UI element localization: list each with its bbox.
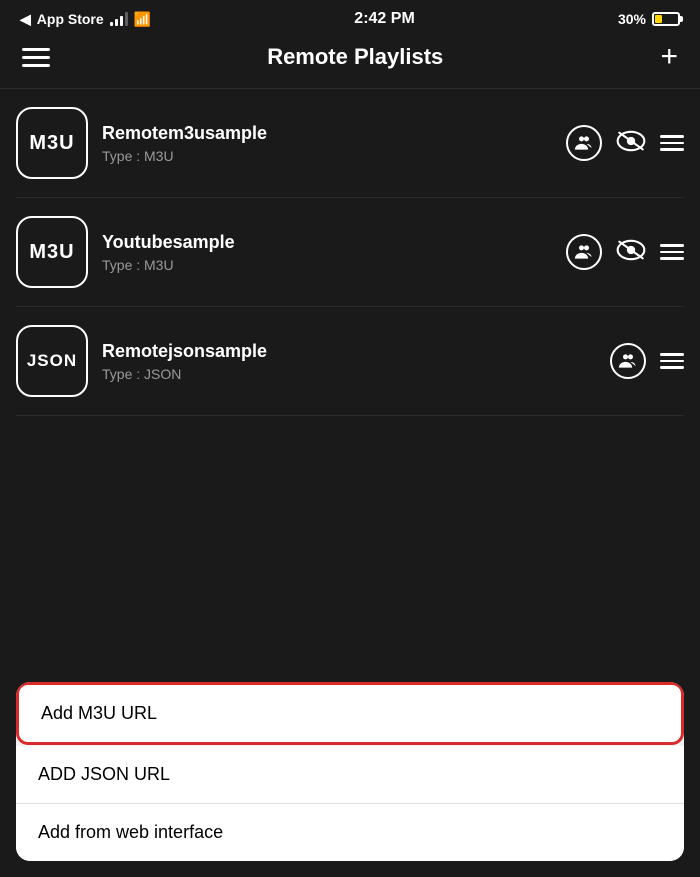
context-menu-icon-2[interactable]: [660, 244, 684, 260]
eye-svg-1: [616, 129, 646, 153]
group-svg-2: [574, 242, 594, 262]
playlist-name-2: Youtubesample: [102, 232, 552, 253]
menu-line-3a: [660, 353, 684, 356]
playlist-list: M3U Remotem3usample Type : M3U: [0, 89, 700, 416]
battery-percent-label: 30%: [618, 11, 646, 27]
eye-icon-1[interactable]: [616, 129, 646, 158]
playlist-info-2: Youtubesample Type : M3U: [102, 232, 552, 273]
group-svg-1: [574, 133, 594, 153]
playlist-actions-1: [566, 125, 684, 161]
signal-bar-2: [115, 19, 118, 26]
context-menu-icon-3[interactable]: [660, 353, 684, 369]
menu-line-2c: [660, 257, 684, 260]
eye-icon-2[interactable]: [616, 238, 646, 267]
context-menu-icon-1[interactable]: [660, 135, 684, 151]
status-time: 2:42 PM: [354, 10, 414, 28]
playlist-type-1: Type : M3U: [102, 148, 552, 164]
eye-svg-2: [616, 238, 646, 262]
back-arrow-icon: ◀: [20, 11, 31, 28]
list-item: JSON Remotejsonsample Type : JSON: [16, 307, 684, 416]
hamburger-line-1: [22, 48, 50, 51]
playlist-name-3: Remotejsonsample: [102, 341, 596, 362]
group-icon-1[interactable]: [566, 125, 602, 161]
battery-icon: [652, 12, 680, 26]
dropdown-overlay: Add M3U URL ADD JSON URL Add from web in…: [0, 666, 700, 877]
menu-line-3c: [660, 366, 684, 369]
menu-line-3b: [660, 360, 684, 363]
playlist-info-1: Remotem3usample Type : M3U: [102, 123, 552, 164]
type-badge-m3u-2: M3U: [16, 216, 88, 288]
dropdown-menu: Add M3U URL ADD JSON URL Add from web in…: [16, 682, 684, 861]
playlist-name-1: Remotem3usample: [102, 123, 552, 144]
group-icon-3[interactable]: [610, 343, 646, 379]
add-m3u-url-label: Add M3U URL: [41, 703, 157, 723]
add-m3u-url-button[interactable]: Add M3U URL: [16, 682, 684, 745]
status-left: ◀ App Store 📶: [20, 11, 151, 28]
group-svg-3: [618, 351, 638, 371]
hamburger-menu-button[interactable]: [22, 48, 50, 67]
page-title: Remote Playlists: [267, 44, 443, 70]
signal-bars-icon: [110, 12, 128, 26]
add-json-url-label: ADD JSON URL: [38, 764, 170, 784]
signal-bar-3: [120, 16, 123, 26]
signal-bar-1: [110, 22, 113, 26]
nav-bar: Remote Playlists +: [0, 34, 700, 89]
status-bar: ◀ App Store 📶 2:42 PM 30%: [0, 0, 700, 34]
playlist-actions-3: [610, 343, 684, 379]
battery-body: [652, 12, 680, 26]
menu-line-2a: [660, 244, 684, 247]
list-item: M3U Youtubesample Type : M3U: [16, 198, 684, 307]
playlist-type-3: Type : JSON: [102, 366, 596, 382]
battery-fill: [655, 15, 662, 23]
status-right: 30%: [618, 11, 680, 27]
playlist-type-2: Type : M3U: [102, 257, 552, 273]
group-icon-2[interactable]: [566, 234, 602, 270]
list-item: M3U Remotem3usample Type : M3U: [16, 89, 684, 198]
hamburger-line-3: [22, 64, 50, 67]
menu-line-1c: [660, 148, 684, 151]
wifi-icon: 📶: [134, 11, 151, 28]
add-web-interface-label: Add from web interface: [38, 822, 223, 842]
add-json-url-button[interactable]: ADD JSON URL: [16, 746, 684, 804]
menu-line-1a: [660, 135, 684, 138]
add-web-interface-button[interactable]: Add from web interface: [16, 804, 684, 861]
add-button[interactable]: +: [660, 42, 678, 72]
type-badge-json: JSON: [16, 325, 88, 397]
menu-line-2b: [660, 251, 684, 254]
menu-line-1b: [660, 142, 684, 145]
hamburger-line-2: [22, 56, 50, 59]
playlist-info-3: Remotejsonsample Type : JSON: [102, 341, 596, 382]
signal-bar-4: [125, 12, 128, 26]
playlist-actions-2: [566, 234, 684, 270]
carrier-label: App Store: [37, 11, 104, 27]
type-badge-m3u-1: M3U: [16, 107, 88, 179]
